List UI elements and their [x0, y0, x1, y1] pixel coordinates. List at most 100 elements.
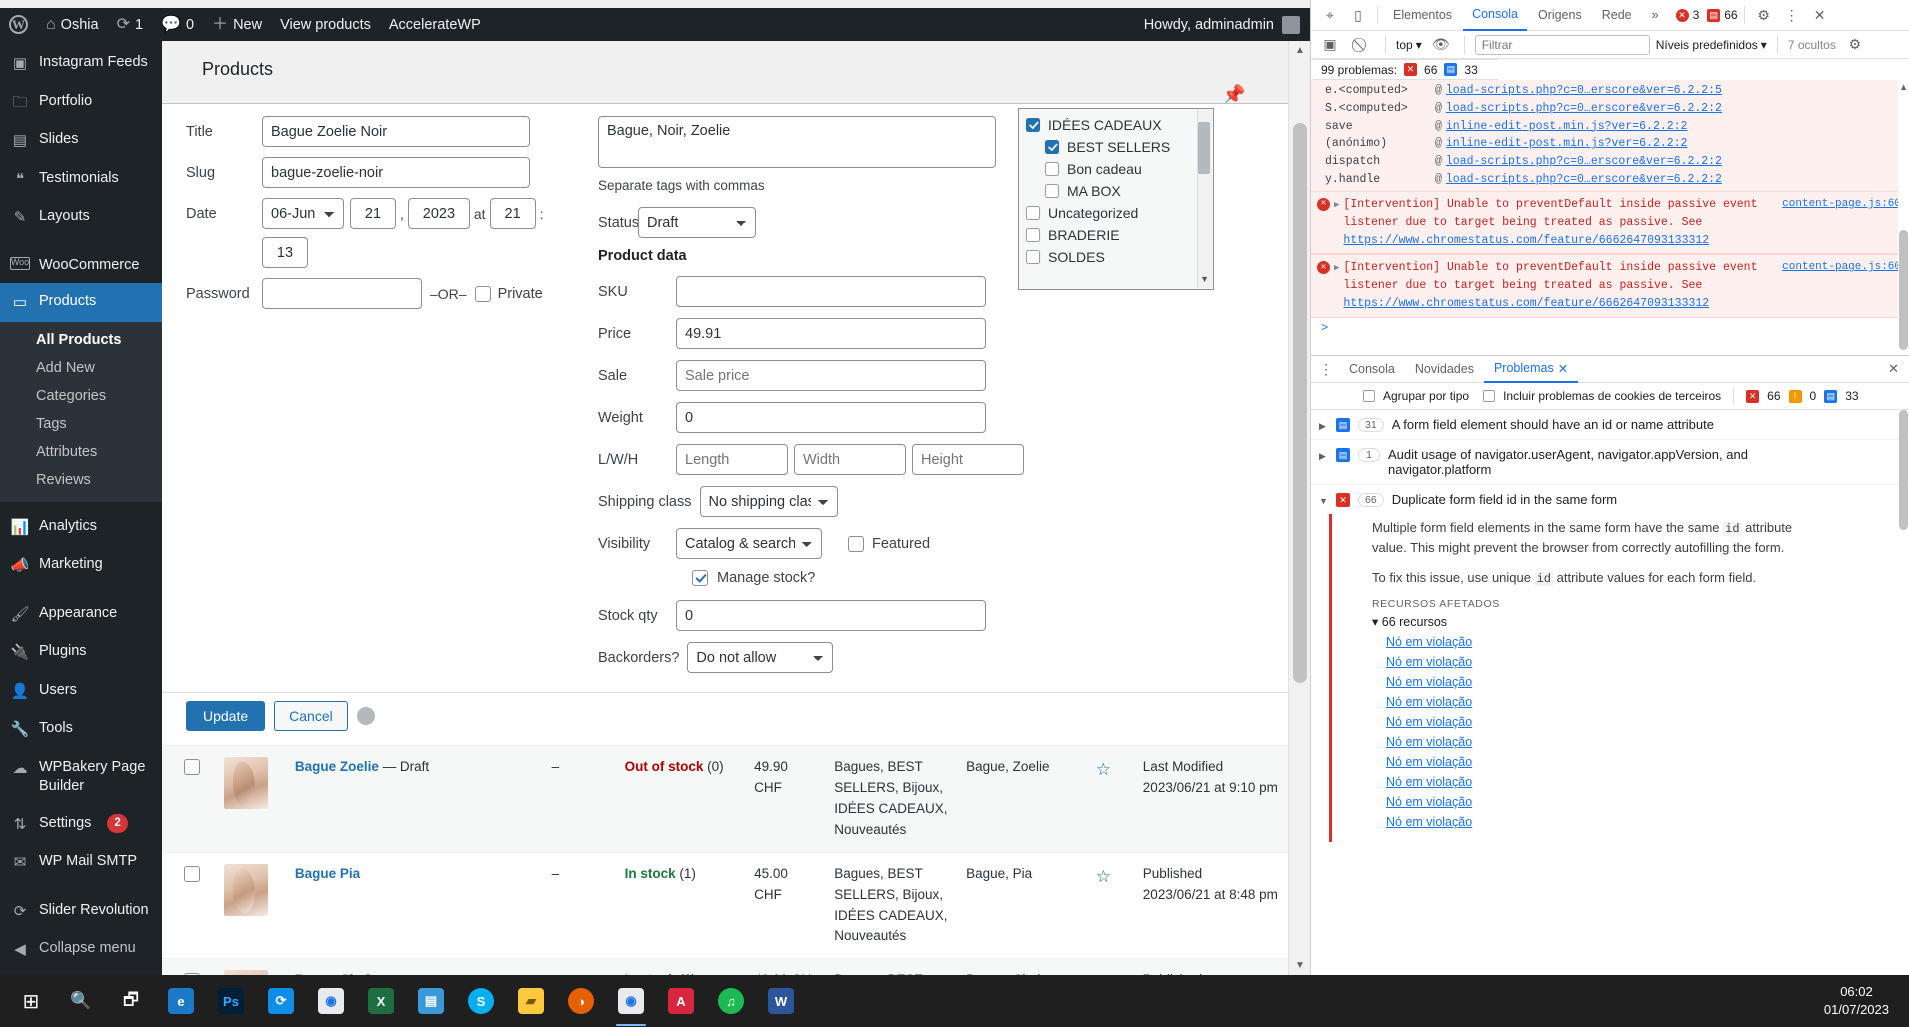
- row-categories-cell[interactable]: Bagues, BEST: [826, 959, 958, 975]
- kebab-icon[interactable]: ⋮: [1313, 357, 1339, 381]
- submenu-item-attributes[interactable]: Attributes: [0, 438, 162, 466]
- stack-url[interactable]: load-scripts.php?c=0…erscore&ver=6.2.2:5: [1446, 82, 1722, 100]
- kebab-icon[interactable]: ⋮: [1779, 3, 1805, 27]
- category-item[interactable]: Uncategorized: [1025, 202, 1213, 224]
- stack-url[interactable]: inline-edit-post.min.js?ver=6.2.2:2: [1446, 135, 1688, 153]
- sidebar-item-testimonials[interactable]: ❝ Testimonials: [0, 160, 162, 199]
- sidebar-item-analytics[interactable]: 📊 Analytics: [0, 508, 162, 547]
- eye-icon[interactable]: 👁: [1428, 33, 1454, 57]
- submenu-item-tags[interactable]: Tags: [0, 410, 162, 438]
- categories-scrollbar[interactable]: ▼: [1197, 110, 1212, 288]
- error-link[interactable]: https://www.chromestatus.com/feature/666…: [1343, 234, 1709, 247]
- search-icon[interactable]: 🔍: [56, 975, 106, 1027]
- sidebar-item-settings[interactable]: ⇅ Settings 2: [0, 805, 162, 844]
- expand-triangle-icon[interactable]: ▶: [1334, 262, 1339, 312]
- include-cookies-checkbox[interactable]: [1483, 390, 1496, 402]
- category-item[interactable]: BRADERIE: [1025, 224, 1213, 246]
- issue-row[interactable]: ▶ ▤ 31 A form field element should have …: [1311, 410, 1909, 440]
- sidebar-item-collapse-menu[interactable]: ◀ Collapse menu: [0, 930, 162, 969]
- title-input[interactable]: [262, 116, 530, 147]
- problems-summary-bar[interactable]: 99 problemas: ✕ 66 ▤ 33: [1313, 59, 1498, 80]
- violating-node-link[interactable]: Nó em violação: [1372, 752, 1899, 772]
- row-tags-cell[interactable]: Bague, Zoelie: [958, 746, 1088, 853]
- category-checkbox[interactable]: [1025, 227, 1041, 243]
- error-link[interactable]: https://www.chromestatus.com/feature/666…: [1343, 297, 1709, 310]
- account-area[interactable]: Howdy, adminadmin: [1144, 15, 1310, 34]
- tab-origens[interactable]: Origens: [1529, 0, 1591, 31]
- issue-row[interactable]: ▼ ✕ 66 Duplicate form field id in the sa…: [1311, 485, 1909, 514]
- page-scrollbar[interactable]: ▲ ▼: [1288, 41, 1310, 975]
- sidebar-item-woocommerce[interactable]: Woo WooCommerce: [0, 247, 162, 284]
- tags-textarea[interactable]: Bague, Noir, Zoelie: [598, 116, 996, 168]
- console-prompt[interactable]: >: [1311, 318, 1909, 338]
- date-minute-input[interactable]: [262, 237, 308, 268]
- category-item[interactable]: SOLDES: [1025, 246, 1213, 268]
- private-checkbox[interactable]: [474, 285, 491, 302]
- submenu-item-reviews[interactable]: Reviews: [0, 466, 162, 494]
- updates-menu[interactable]: ⟳ 1: [108, 8, 152, 41]
- error-counter[interactable]: ✕ 3: [1675, 8, 1699, 22]
- sidebar-item-slides[interactable]: ▤ Slides: [0, 121, 162, 160]
- manage-stock-checkbox[interactable]: [692, 570, 708, 586]
- star-icon[interactable]: ☆: [1096, 867, 1111, 886]
- error-source[interactable]: content-page.js:60: [1782, 259, 1901, 312]
- scroll-down-icon[interactable]: ▼: [1295, 960, 1305, 971]
- levels-selector[interactable]: Níveis predefinidos ▾: [1656, 38, 1767, 52]
- category-item[interactable]: IDÉES CADEAUX: [1025, 114, 1213, 136]
- filter-input[interactable]: [1474, 34, 1650, 55]
- view-products-link[interactable]: View products: [271, 8, 380, 41]
- inspect-icon[interactable]: ⌖: [1317, 3, 1343, 27]
- category-item[interactable]: Bon cadeau: [1025, 158, 1213, 180]
- submenu-item-categories[interactable]: Categories: [0, 382, 162, 410]
- taskbar-app-file-explorer[interactable]: ▰: [506, 975, 556, 1027]
- category-checkbox[interactable]: [1044, 139, 1060, 155]
- product-title-link[interactable]: Bague Zoelie: [295, 759, 379, 774]
- console-scrollbar[interactable]: ▲: [1898, 80, 1909, 355]
- date-hour-input[interactable]: [489, 198, 536, 229]
- sidebar-item-portfolio[interactable]: 🗀 Portfolio: [0, 83, 162, 122]
- sidebar-item-instagram-feeds[interactable]: ▣ Instagram Feeds: [0, 44, 162, 83]
- category-item[interactable]: BEST SELLERS: [1025, 136, 1213, 158]
- tab-consola[interactable]: Consola: [1463, 0, 1527, 31]
- taskbar-app-excel[interactable]: X: [356, 975, 406, 1027]
- sidebar-item-appearance[interactable]: 🖌 Appearance: [0, 595, 162, 634]
- taskbar-app-chrome-2[interactable]: ◉: [606, 975, 656, 1027]
- taskbar-app-firefox[interactable]: ◑: [556, 975, 606, 1027]
- taskbar-app-notepad[interactable]: ▤: [406, 975, 456, 1027]
- category-checkbox[interactable]: [1044, 161, 1060, 177]
- status-select[interactable]: Draft: [638, 207, 756, 238]
- submenu-item-all-products[interactable]: All Products: [0, 326, 162, 354]
- backorders-select[interactable]: Do not allow: [687, 642, 834, 673]
- gear-icon[interactable]: ⚙: [1751, 3, 1777, 27]
- taskbar-clock[interactable]: 06:02 01/07/2023: [1824, 983, 1903, 1019]
- clear-console-icon[interactable]: ⃠: [1349, 33, 1375, 57]
- date-year-input[interactable]: [407, 198, 470, 229]
- row-checkbox[interactable]: [184, 759, 200, 776]
- issues-scroll-thumb[interactable]: [1899, 410, 1908, 530]
- wp-logo-menu[interactable]: W: [0, 8, 37, 41]
- error-source[interactable]: content-page.js:60: [1782, 196, 1901, 249]
- taskbar-app-spotify[interactable]: ♫: [706, 975, 756, 1027]
- sidebar-item-marketing[interactable]: 📣 Marketing: [0, 546, 162, 585]
- product-title-link[interactable]: Bague Pia: [295, 866, 360, 881]
- tab-elementos[interactable]: Elementos: [1384, 0, 1461, 31]
- product-categories-box[interactable]: IDÉES CADEAUX BEST SELLERS Bon cadeau MA…: [1018, 108, 1214, 290]
- taskbar-app-photoshop[interactable]: Ps: [206, 975, 256, 1027]
- tab-rede[interactable]: Rede: [1593, 0, 1641, 31]
- category-checkbox[interactable]: [1025, 117, 1041, 133]
- categories-scroll-thumb[interactable]: [1198, 122, 1210, 174]
- taskbar-app-teamviewer[interactable]: ⟳: [256, 975, 306, 1027]
- slug-input[interactable]: [262, 157, 530, 188]
- chevron-down-icon[interactable]: ▼: [1200, 274, 1209, 284]
- weight-input[interactable]: [676, 402, 986, 433]
- violating-node-link[interactable]: Nó em violação: [1372, 732, 1899, 752]
- cancel-button[interactable]: Cancel: [274, 701, 348, 731]
- row-categories-cell[interactable]: Bagues, BEST SELLERS, Bijoux, IDÉES CADE…: [826, 746, 958, 853]
- violating-node-link[interactable]: Nó em violação: [1372, 792, 1899, 812]
- context-selector[interactable]: top ▾: [1396, 38, 1422, 52]
- console-scroll-thumb[interactable]: [1899, 230, 1908, 350]
- drawer-tab-consola[interactable]: Consola: [1339, 356, 1405, 383]
- date-month-select[interactable]: 06-Jun: [262, 198, 344, 229]
- date-day-input[interactable]: [350, 198, 396, 229]
- page-scroll-thumb[interactable]: [1293, 123, 1307, 683]
